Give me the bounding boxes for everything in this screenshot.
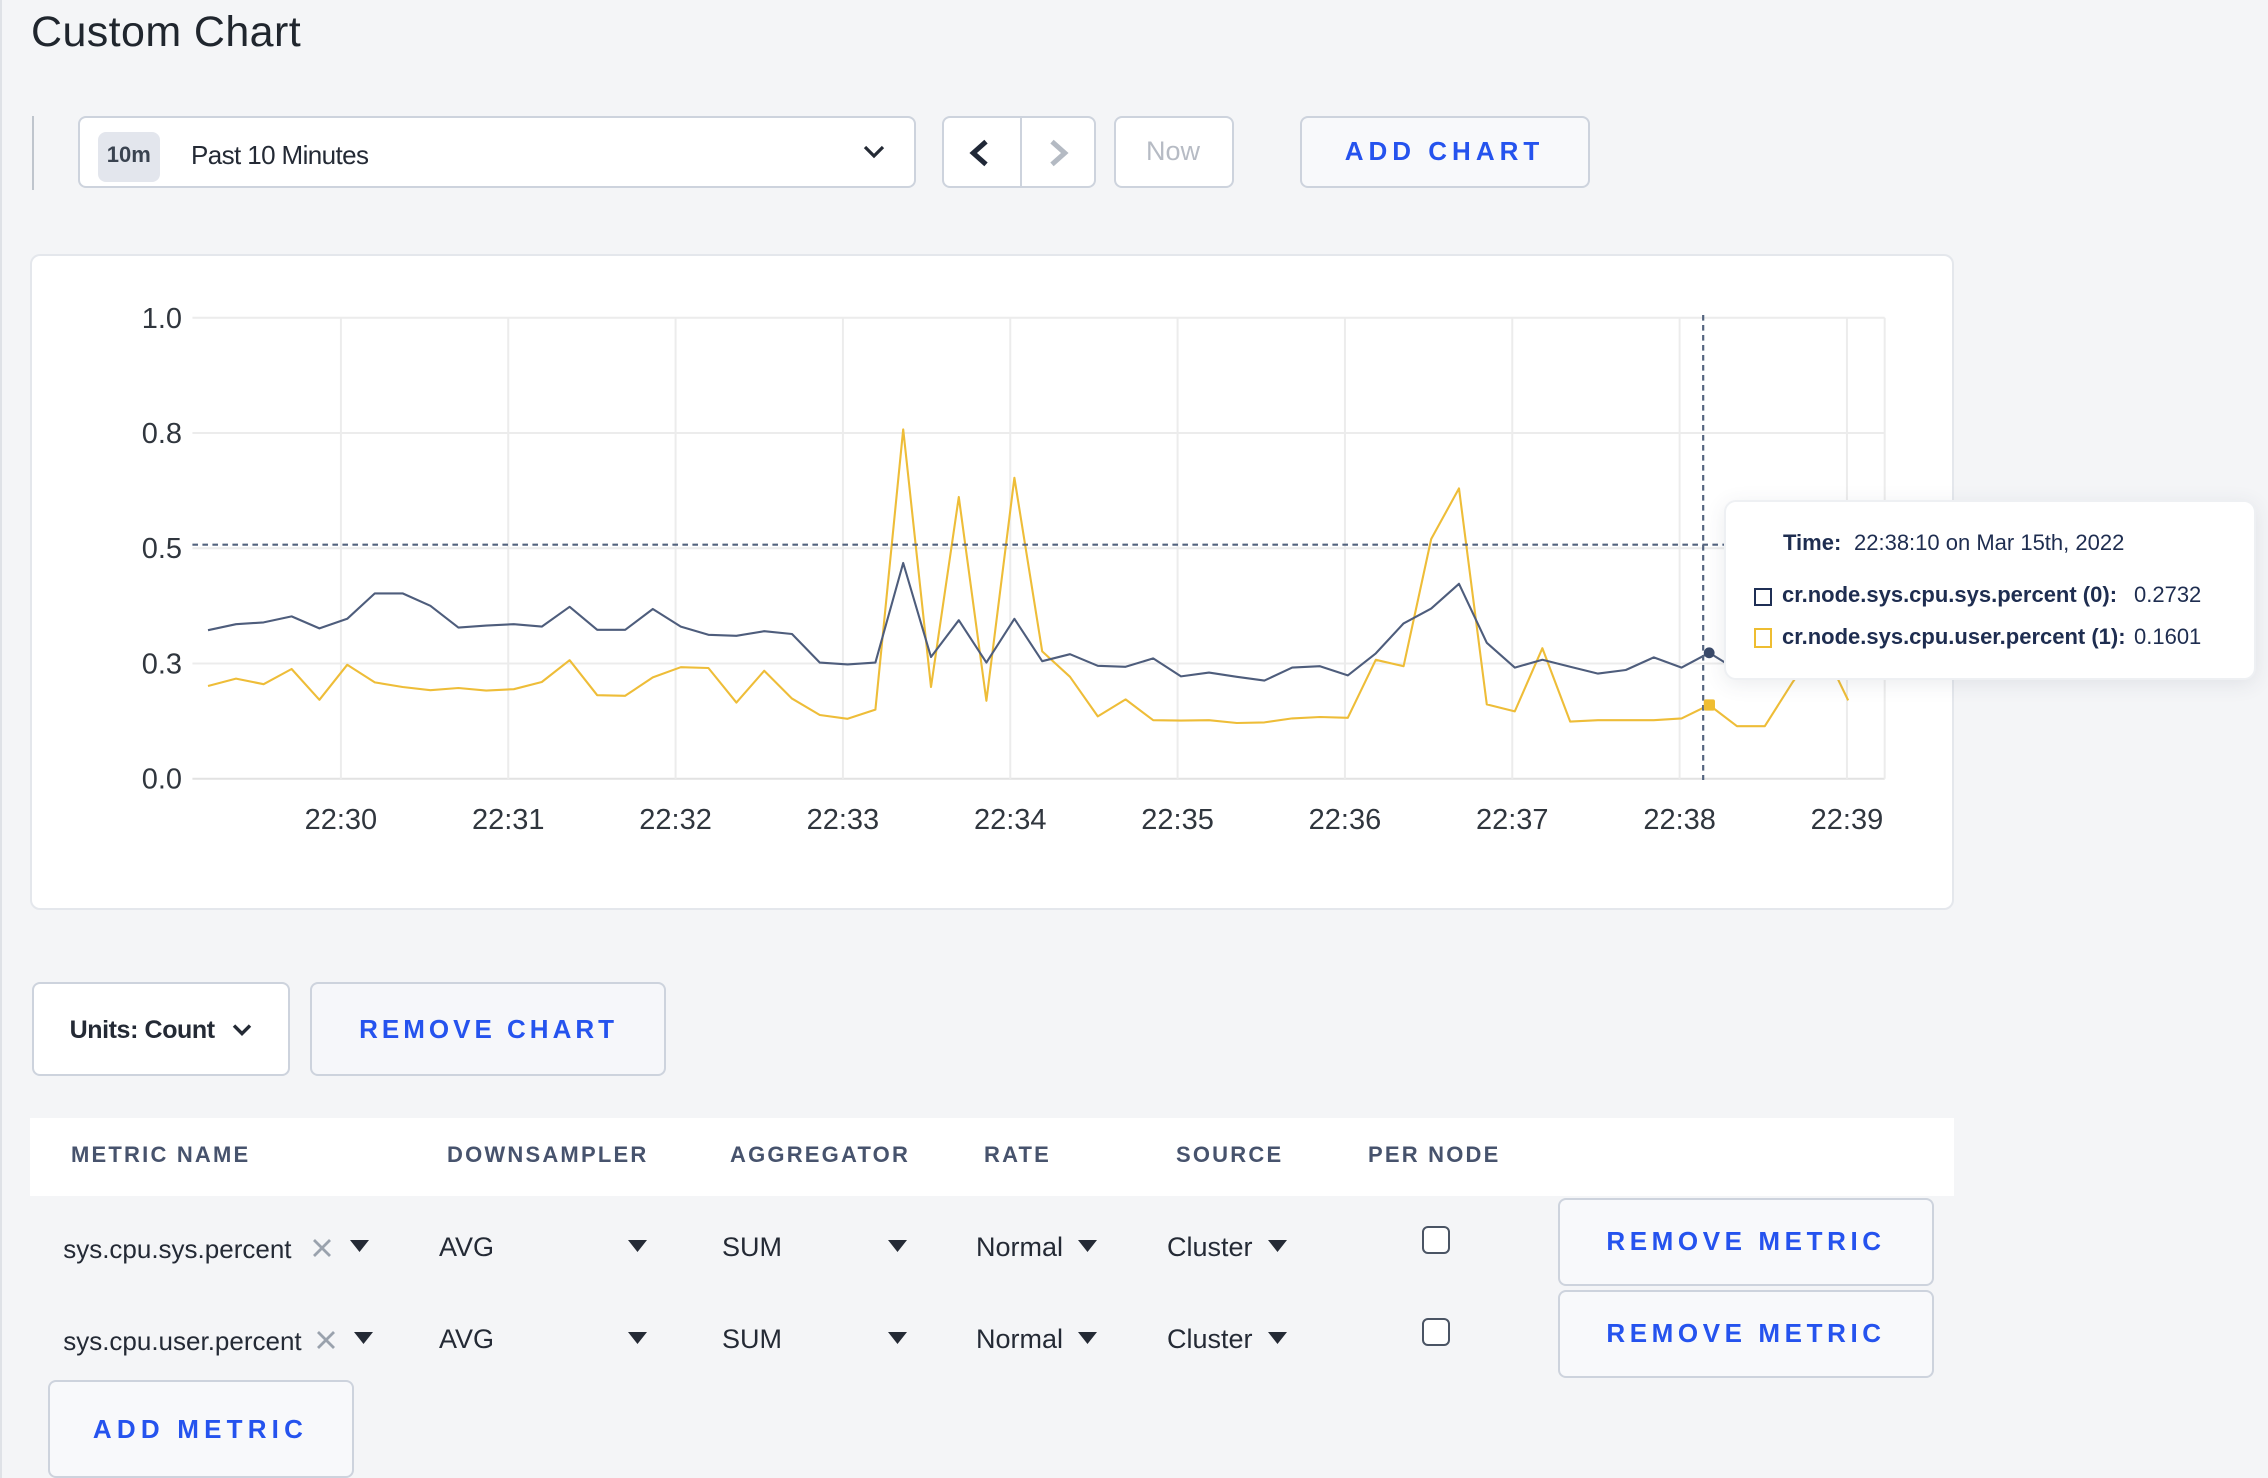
svg-text:22:31: 22:31 [473,805,546,837]
svg-text:1.0: 1.0 [143,304,183,336]
svg-text:22:35: 22:35 [1142,805,1215,837]
svg-text:22:36: 22:36 [1310,805,1383,837]
svg-text:0.5: 0.5 [143,534,183,566]
svg-text:22:39: 22:39 [1812,805,1885,837]
svg-text:22:37: 22:37 [1477,805,1550,837]
svg-text:0.3: 0.3 [143,649,183,681]
svg-text:22:30: 22:30 [306,805,379,837]
svg-text:22:38: 22:38 [1644,805,1717,837]
svg-text:0.0: 0.0 [143,764,183,796]
svg-text:0.8: 0.8 [143,419,183,451]
svg-text:22:33: 22:33 [808,805,881,837]
svg-text:22:32: 22:32 [640,805,713,837]
svg-text:22:34: 22:34 [975,805,1048,837]
